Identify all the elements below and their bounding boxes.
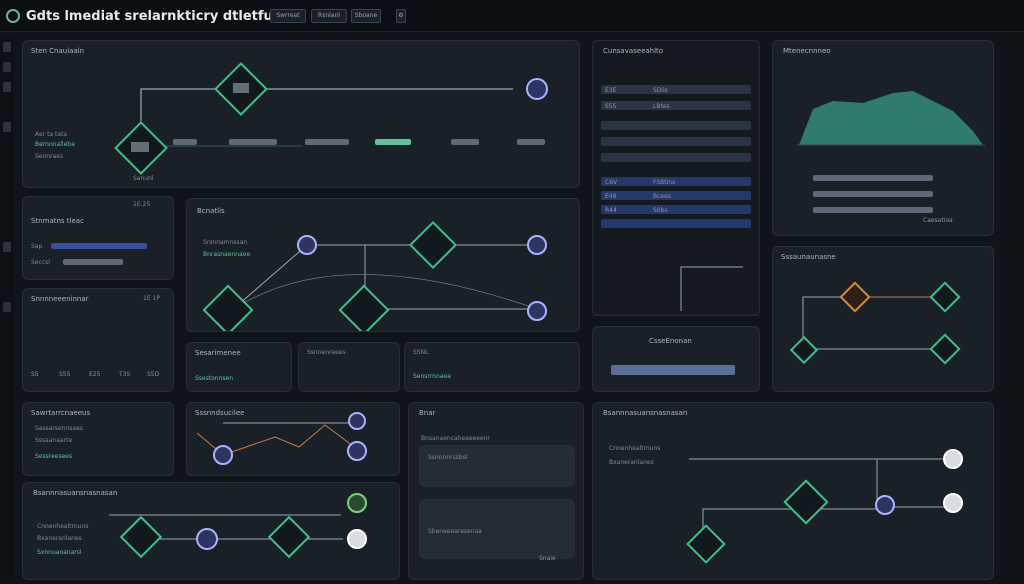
list-icon[interactable] [3, 122, 11, 132]
status-bar [611, 365, 735, 375]
workflow-panel-right: Sssaunaunasne [772, 246, 994, 392]
workflow-graph-5 [109, 493, 367, 559]
workflow-graph [114, 62, 548, 175]
metric-panel-a: Sesarimenee Ssestonnsen [186, 342, 292, 392]
logo-icon [6, 9, 20, 23]
list-panel: Cunsavaseeahlto E3E SDlis S55 LBtes C6V … [592, 40, 760, 316]
detail-panel: Bnar Bnsanaencaheaeeeenr Ssnnnnrssbsl Sb… [408, 402, 584, 580]
workflow-graph-3 [789, 281, 961, 365]
user-icon[interactable] [3, 302, 11, 312]
toolbar-button-1[interactable]: Swrreat [270, 9, 306, 23]
top-bar: Gdts lmediat srelarnkticry dtletfum Swrr… [0, 0, 1024, 32]
toolbar-button-3[interactable]: Sboane [351, 9, 381, 23]
stats-panel-small: Stnmatns tleac 1E.25 Sap Seccsl [22, 196, 174, 280]
app-title: Gdts lmediat srelarnkticry dtletfum [26, 9, 287, 24]
status-panel: CsseEnonan [592, 326, 760, 392]
workflow-panel-main: Sten Cnauiaaln Aer ta tata Bernnnalleba … [22, 40, 580, 188]
detail-card[interactable]: Ssnnnnrssbsl [419, 445, 575, 487]
left-rail [0, 36, 14, 576]
workflow-panel-secondary: Bcnatlis Srsnnamnssan Bnrasnaennaoe [186, 198, 580, 332]
mini-workflow-panel: Sssnndsucilee [186, 402, 400, 476]
progress-bar [51, 243, 147, 249]
menu-icon[interactable] [3, 42, 11, 52]
dashboard-icon[interactable] [3, 62, 11, 72]
workflow-graph-4 [196, 412, 367, 465]
metric-panel-c: SSNL Sensrrnnaea [404, 342, 580, 392]
workflow-panel-large: Bsannnasuansnasnasan Cnnenhealtrnuns Bxa… [592, 402, 994, 580]
info-panel: Sawrtarrcnaeeus Sassarsennsaes Sssaanaar… [22, 402, 174, 476]
area-chart-panel: Mtenecnnneo Caesatioa [772, 40, 994, 236]
workflow-graph-6 [686, 449, 963, 564]
mini-branch [680, 266, 743, 311]
workflow-graph-2 [202, 220, 547, 331]
stat-bar [173, 139, 197, 145]
detail-card[interactable]: Sbeneeearesenaa [419, 499, 575, 559]
numbers-panel: Snnnneeeninnar 1E 1P S5 S55 E25 T35 S5D [22, 288, 174, 392]
toolbar-button-2[interactable]: Rsnlanl [311, 9, 347, 23]
graph-icon[interactable] [3, 82, 11, 92]
workflow-panel-bottom: Bsannnasuansnasnasan Cnnenhealtrnuns Bxa… [22, 482, 400, 580]
folder-icon[interactable] [3, 242, 11, 252]
metric-panel-b: Ssnnenreees [298, 342, 400, 392]
settings-icon[interactable]: ⚙ [396, 9, 406, 23]
